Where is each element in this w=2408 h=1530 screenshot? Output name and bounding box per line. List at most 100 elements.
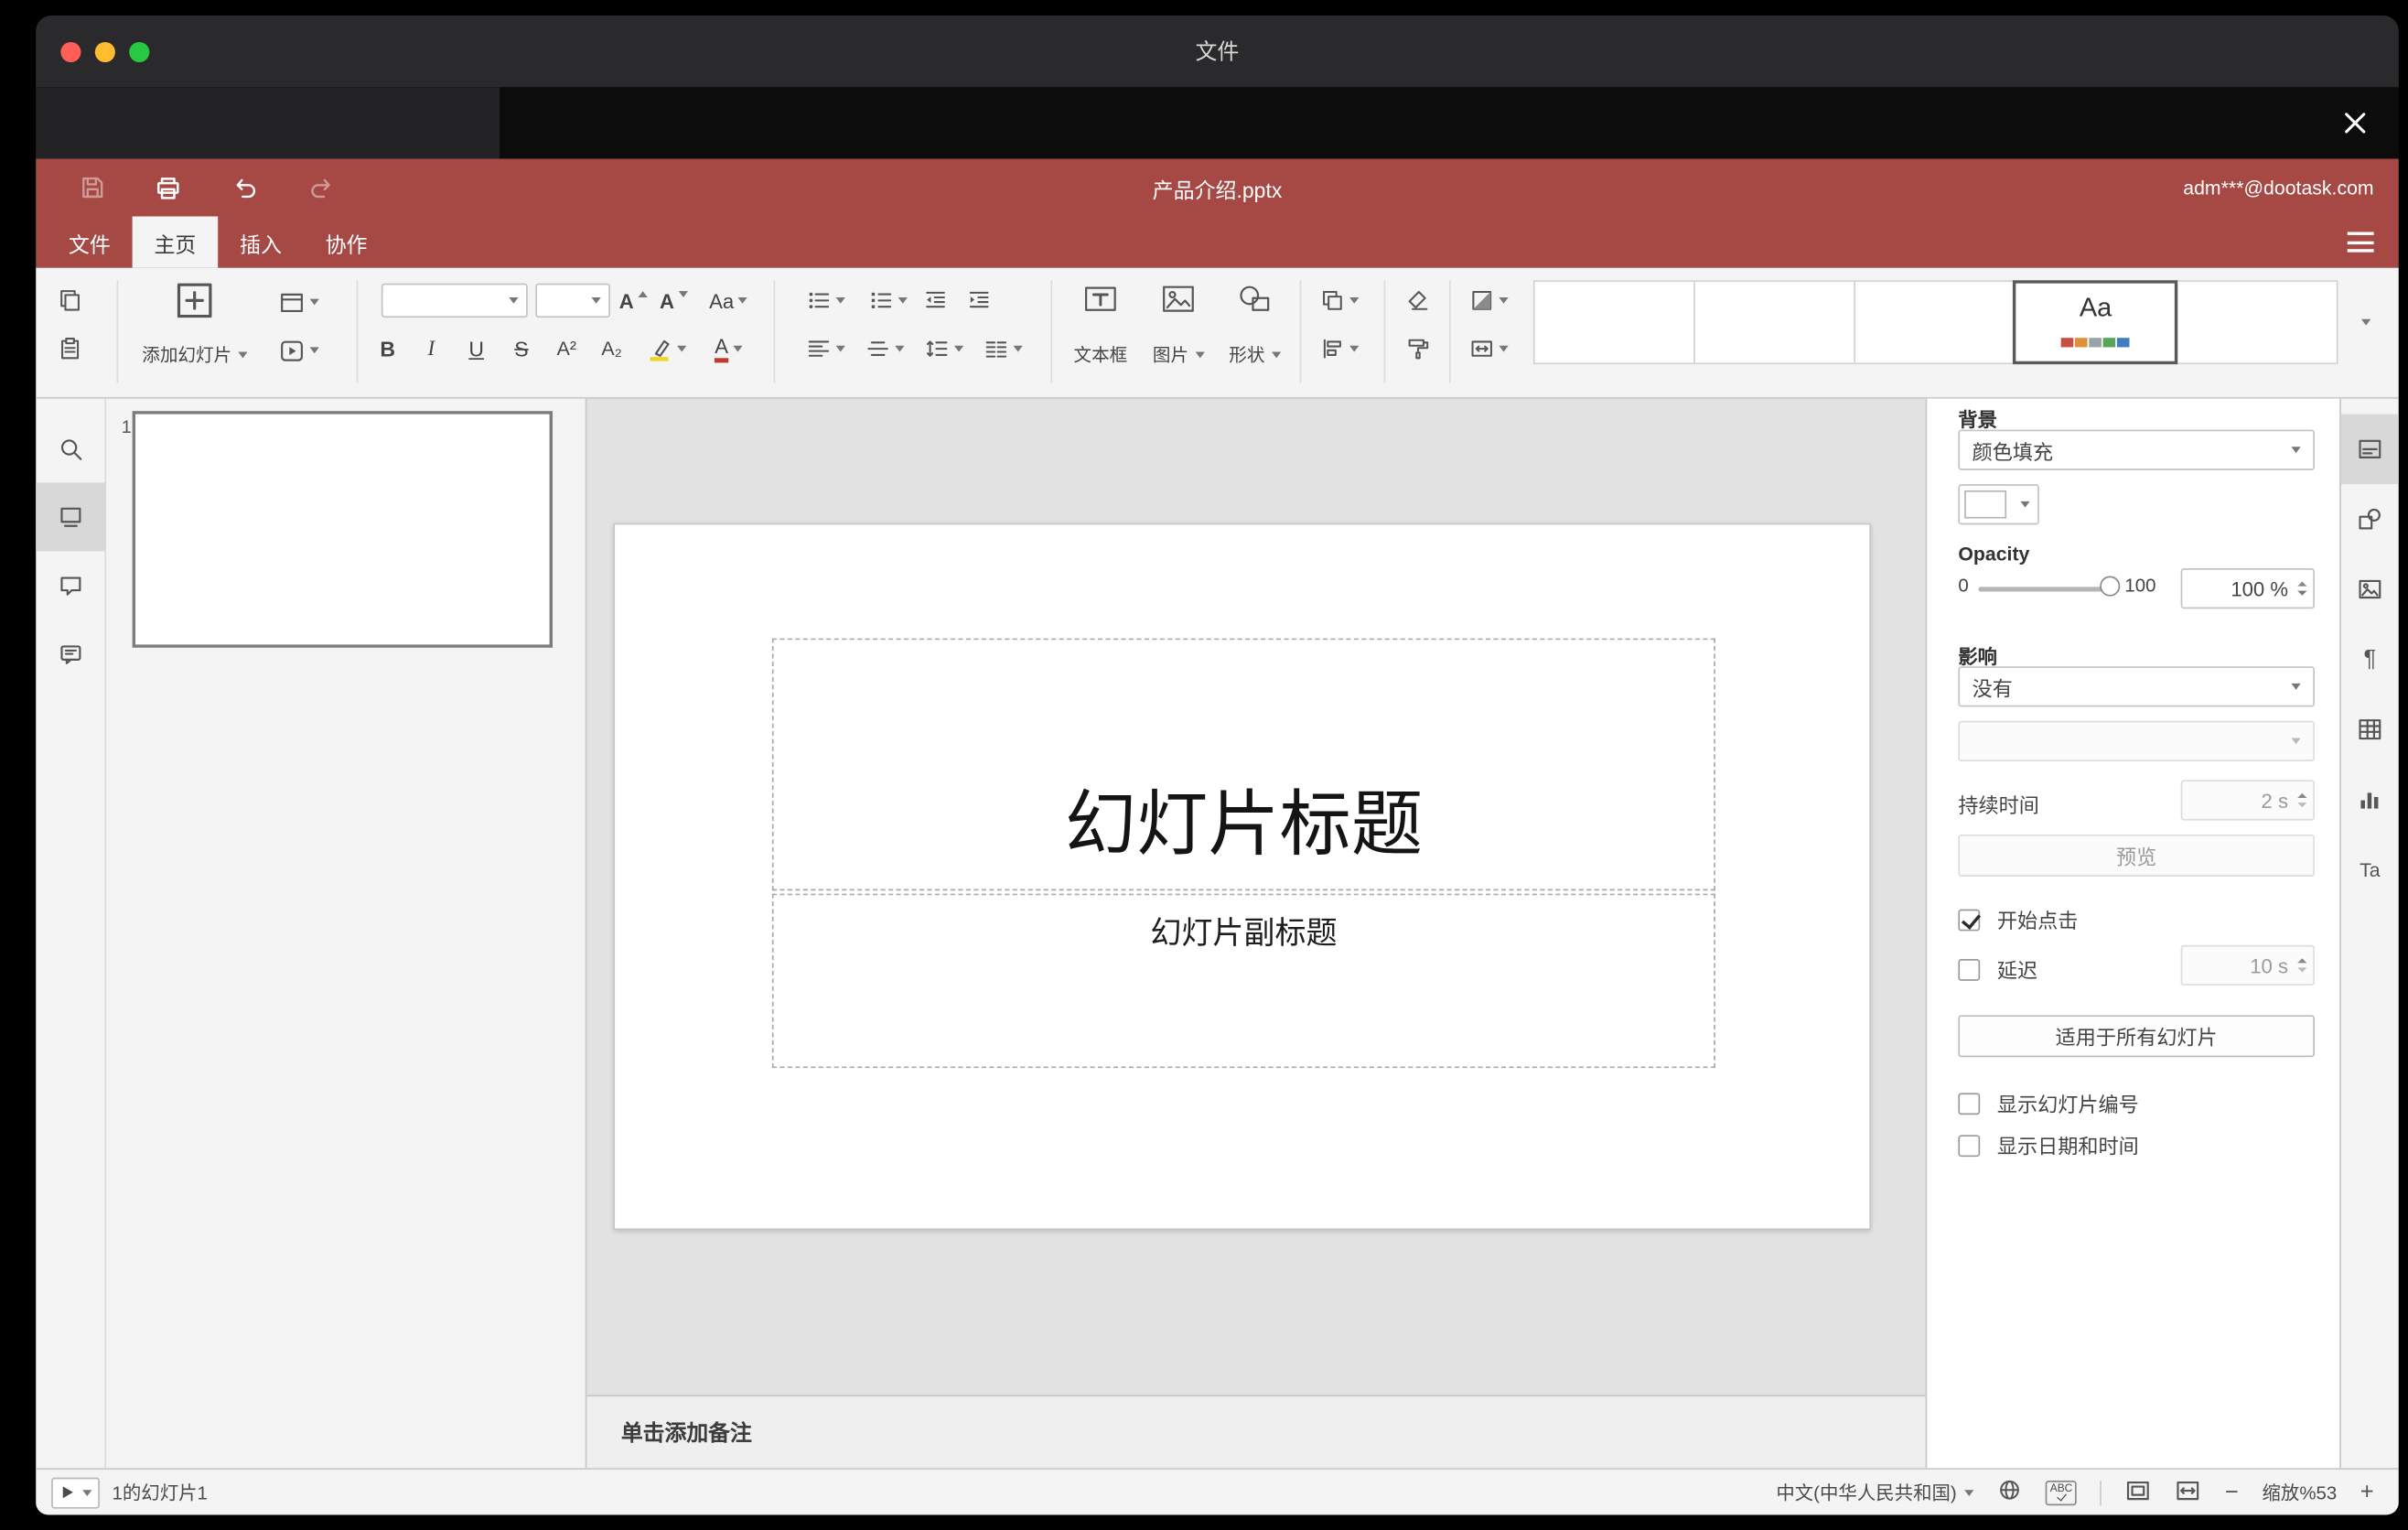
slide-size-button[interactable] — [1458, 330, 1518, 368]
decrease-indent-button[interactable] — [917, 282, 954, 319]
paste-button[interactable] — [51, 330, 89, 368]
underline-button[interactable]: U — [457, 330, 495, 368]
strikethrough-button[interactable]: S — [503, 330, 541, 368]
insert-textbox-button[interactable]: 文本框 — [1065, 275, 1136, 372]
table-settings-tab[interactable] — [2341, 695, 2399, 765]
theme-thumbnail[interactable] — [1853, 280, 2016, 365]
zoom-out-button[interactable]: − — [2225, 1479, 2239, 1505]
spinner-arrows[interactable] — [2297, 958, 2307, 973]
paragraph-settings-tab[interactable]: ¶ — [2341, 624, 2399, 695]
italic-button[interactable]: I — [413, 330, 450, 368]
notes-area[interactable]: 单击添加备注 — [586, 1395, 1926, 1469]
tab-file[interactable]: 文件 — [47, 216, 133, 267]
shape-settings-tab[interactable] — [2341, 484, 2399, 555]
tab-insert[interactable]: 插入 — [218, 216, 304, 267]
opacity-slider-knob[interactable] — [2100, 576, 2121, 597]
theme-thumbnail[interactable] — [2176, 280, 2338, 365]
zoom-in-button[interactable]: + — [2360, 1479, 2374, 1505]
show-slide-number-checkbox[interactable] — [1958, 1092, 1981, 1115]
image-settings-tab[interactable] — [2341, 555, 2399, 625]
highlight-color-button[interactable] — [637, 330, 696, 368]
increase-font-size-button[interactable]: A — [615, 282, 652, 319]
textart-settings-tab[interactable]: Ta — [2341, 835, 2399, 905]
add-slide-button[interactable]: 添加幻灯片 — [123, 275, 266, 372]
spinner-arrows[interactable] — [2297, 792, 2307, 808]
font-name-select[interactable] — [381, 283, 528, 318]
fit-slide-button[interactable] — [2125, 1477, 2152, 1508]
sidebar-chat-button[interactable] — [36, 620, 106, 688]
slide-fill-color-button[interactable] — [1458, 282, 1518, 319]
bullet-list-button[interactable] — [795, 282, 855, 319]
numbered-list-button[interactable] — [857, 282, 917, 319]
language-select[interactable]: 中文(中华人民共和国) — [1776, 1479, 1974, 1505]
start-slideshow-status-button[interactable] — [51, 1476, 100, 1508]
horizontal-align-button[interactable] — [795, 330, 855, 368]
add-slide-label: 添加幻灯片 — [142, 347, 232, 366]
start-slideshow-button[interactable] — [269, 331, 328, 369]
insert-columns-button[interactable] — [973, 330, 1032, 368]
sidebar-comments-button[interactable] — [36, 551, 106, 620]
line-spacing-button[interactable] — [914, 330, 973, 368]
insert-shape-button[interactable]: 形状 — [1219, 275, 1290, 372]
apply-to-all-slides-button[interactable]: 适用于所有幻灯片 — [1958, 1015, 2315, 1058]
delay-checkbox[interactable] — [1958, 958, 1981, 981]
slide-thumbnail[interactable] — [132, 411, 553, 648]
close-window-button[interactable] — [60, 41, 81, 62]
spellcheck-button[interactable]: ABC — [2045, 1480, 2078, 1505]
fit-width-button[interactable] — [2176, 1477, 2202, 1508]
vertical-align-button[interactable] — [855, 330, 914, 368]
undo-button[interactable] — [226, 169, 263, 207]
preview-button[interactable]: 预览 — [1958, 834, 2315, 877]
start-on-click-checkbox[interactable] — [1958, 908, 1981, 931]
font-size-select[interactable] — [535, 283, 610, 318]
slide-title-placeholder[interactable]: 幻灯片标题 — [771, 638, 1715, 891]
save-button[interactable] — [73, 169, 111, 207]
set-language-button[interactable] — [1997, 1478, 2022, 1507]
sidebar-search-button[interactable] — [36, 415, 106, 483]
font-color-button[interactable]: A — [699, 330, 758, 368]
change-layout-button[interactable] — [269, 284, 328, 321]
arrange-shapes-button[interactable] — [1309, 282, 1369, 319]
redo-button[interactable] — [302, 169, 339, 207]
theme-gallery-expand-button[interactable] — [2349, 308, 2382, 337]
copy-style-button[interactable] — [1400, 330, 1437, 368]
slide-settings-tab[interactable] — [2340, 414, 2399, 485]
opacity-value-input[interactable]: 100 % — [2180, 568, 2315, 609]
theme-thumbnail[interactable] — [1532, 280, 1695, 365]
slide-subtitle-placeholder[interactable]: 幻灯片副标题 — [771, 893, 1715, 1069]
tab-collaboration[interactable]: 协作 — [304, 216, 390, 267]
minimize-window-button[interactable] — [94, 41, 115, 62]
spinner-arrows[interactable] — [2297, 581, 2307, 596]
decrease-font-size-button[interactable]: A — [655, 282, 693, 319]
duration-input[interactable]: 2 s — [2180, 780, 2315, 821]
palette-swatch — [2060, 338, 2073, 348]
delay-input[interactable]: 10 s — [2180, 944, 2315, 986]
insert-image-button[interactable]: 图片 — [1141, 275, 1216, 372]
increase-indent-button[interactable] — [961, 282, 998, 319]
sidebar-slides-button[interactable] — [36, 482, 106, 552]
subscript-button[interactable]: A₂ — [593, 330, 630, 368]
background-color-picker[interactable] — [1958, 484, 2039, 525]
zoom-window-button[interactable] — [129, 41, 150, 62]
change-case-button[interactable]: Aa — [699, 282, 758, 319]
superscript-button[interactable]: A² — [548, 330, 586, 368]
opacity-slider-track[interactable] — [1978, 587, 2112, 592]
close-editor-button[interactable] — [2333, 102, 2377, 145]
main-area: 1 幻灯片标题 幻灯片副标题 单击添加备注 背景 颜色填充 Opacity 0 … — [36, 398, 2399, 1469]
chart-settings-tab[interactable] — [2341, 764, 2399, 835]
slide-title-text: 幻灯片标题 — [1064, 782, 1424, 865]
copy-button[interactable] — [51, 282, 89, 319]
theme-thumbnail-selected[interactable]: Aa — [2013, 280, 2178, 365]
transition-effect-select[interactable]: 没有 — [1958, 666, 2315, 707]
print-button[interactable] — [149, 169, 187, 207]
transition-variant-select[interactable] — [1958, 720, 2315, 761]
background-fill-select[interactable]: 颜色填充 — [1958, 429, 2315, 470]
tab-home[interactable]: 主页 — [132, 216, 219, 268]
align-shapes-button[interactable] — [1309, 330, 1369, 368]
bold-button[interactable]: B — [369, 330, 406, 368]
theme-thumbnail[interactable] — [1693, 280, 1855, 365]
slide[interactable]: 幻灯片标题 幻灯片副标题 — [613, 523, 1872, 1231]
hamburger-menu-button[interactable] — [2347, 232, 2374, 253]
clear-style-button[interactable] — [1400, 282, 1437, 319]
show-date-time-checkbox[interactable] — [1958, 1134, 1981, 1157]
